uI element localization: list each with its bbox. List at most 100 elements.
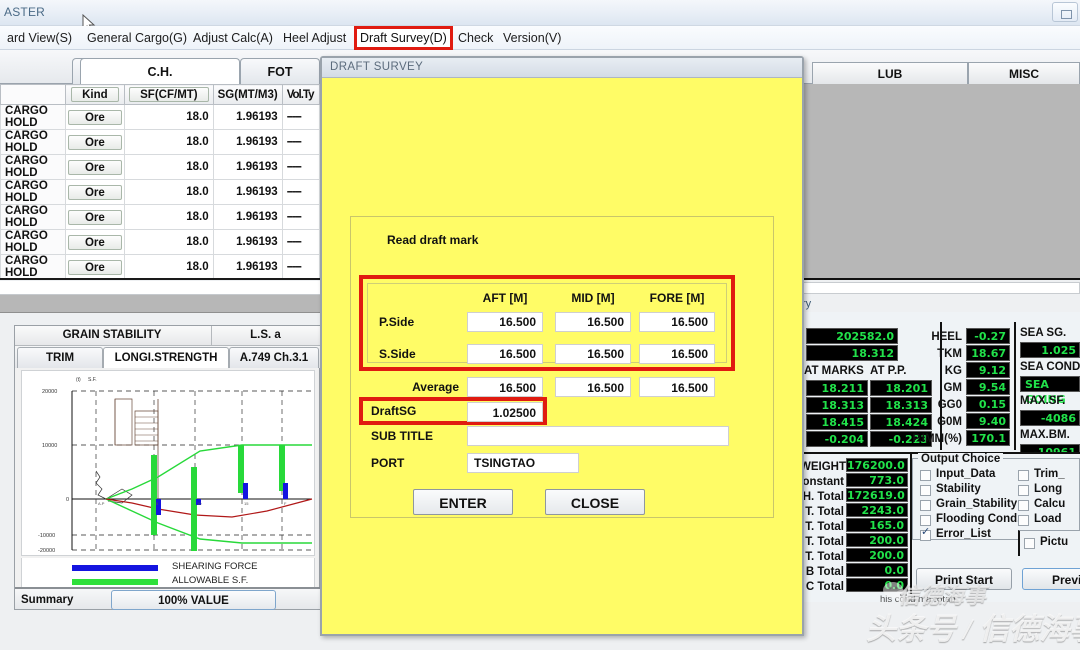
close-button[interactable]: CLOSE	[545, 489, 645, 515]
grain-tab-a749ch31[interactable]: A.749 Ch.3.1	[229, 347, 319, 368]
column-header-3[interactable]: SG(MT/M3)	[212, 84, 283, 105]
summary-label[interactable]: Summary	[17, 591, 105, 609]
preview-button[interactable]: Previe	[1022, 568, 1080, 590]
cell-kind[interactable]: Ore	[64, 254, 126, 278]
checkbox-oc2-0[interactable]	[1018, 470, 1029, 481]
draft-fore-sside-input[interactable]	[639, 344, 715, 364]
cell-sg[interactable]: 1.96193	[212, 254, 283, 278]
menu-item-1[interactable]: General Cargo(G)	[84, 29, 190, 47]
kind-button[interactable]: Ore	[67, 109, 123, 125]
cell-voltype[interactable]: -----	[281, 229, 320, 255]
cell-kind[interactable]: Ore	[64, 204, 126, 230]
cell-voltype[interactable]: -----	[281, 154, 320, 180]
menu-item-4[interactable]: Draft Survey(D)	[354, 26, 453, 50]
cell-voltype[interactable]: -----	[282, 280, 319, 281]
value-percent-button[interactable]: 100% VALUE	[111, 590, 276, 610]
column-header-1[interactable]: Kind	[64, 84, 126, 105]
kind-button[interactable]: Ore	[67, 184, 123, 200]
kind-button[interactable]: Ore	[67, 234, 123, 250]
draft-survey-dialog: DRAFT SURVEY Read draft mark AFT [M] MID …	[320, 56, 804, 636]
cell-sg[interactable]: 1.96193	[212, 154, 283, 180]
restore-window-button[interactable]	[1052, 2, 1078, 22]
checkbox-oc1-0[interactable]	[920, 470, 931, 481]
table-row[interactable]: CARGO HOLDOre18.01.96193-----	[0, 254, 320, 278]
right-scroll-strip[interactable]	[800, 282, 1080, 294]
cell-sg[interactable]: 1.96193	[212, 204, 283, 230]
weight-value-3: 2243.0	[846, 503, 908, 517]
sea-sg-label: SEA SG.	[1020, 327, 1067, 339]
draft-sg-input[interactable]: 1.02500	[467, 402, 543, 422]
checkbox-oc2-1[interactable]	[1018, 485, 1029, 496]
sub-title-input[interactable]	[467, 426, 729, 446]
cell-kind[interactable]: Ore	[64, 229, 126, 255]
checkbox-oc1-3[interactable]	[920, 515, 931, 526]
checkbox-oc1-1[interactable]	[920, 485, 931, 496]
cell-sg[interactable]: 1.96193	[213, 280, 282, 281]
menu-item-3[interactable]: Heel Adjust	[280, 29, 349, 47]
port-input[interactable]	[467, 453, 579, 473]
cell-sf[interactable]: 18.0	[124, 254, 214, 278]
draft-aft-sside-input[interactable]	[467, 344, 543, 364]
kind-button[interactable]: Ore	[67, 159, 123, 175]
cell-kind[interactable]: Ore	[64, 154, 126, 180]
draft-aft-pside-input[interactable]	[467, 312, 543, 332]
checkbox-oc1-2[interactable]	[920, 500, 931, 511]
cell-voltype[interactable]: -----	[281, 129, 320, 155]
cell-sf[interactable]: 18.0	[124, 129, 214, 155]
shearing-force-plot: (t) S.F. 20000 10000 0 -10000 -20000 A.P…	[38, 377, 313, 554]
table-row[interactable]: CARGO HOLDOre18.01.96193-----	[0, 129, 320, 155]
tab-ch[interactable]: C.H.	[80, 58, 240, 84]
cell-sf[interactable]: 18.0	[124, 179, 214, 205]
menu-item-2[interactable]: Adjust Calc(A)	[190, 29, 276, 47]
cell-kind[interactable]: Ore	[64, 104, 126, 130]
kind-button[interactable]: Ore	[67, 259, 123, 275]
cell-sf[interactable]: 18.0	[124, 104, 214, 130]
draft-mid-sside-input[interactable]	[555, 344, 631, 364]
cell-kind[interactable]: Ore	[64, 179, 126, 205]
cell-voltype[interactable]: -----	[281, 179, 320, 205]
table-row[interactable]: CARGO HOLDOre18.01.96193-----	[0, 204, 320, 230]
checkbox-oc1-4[interactable]	[920, 527, 931, 541]
cell-sg[interactable]: 1.96193	[212, 179, 283, 205]
checkbox-picture[interactable]	[1024, 538, 1035, 549]
cell-hold-name: CARGO HOLD	[0, 179, 66, 205]
cell-voltype[interactable]: -----	[281, 204, 320, 230]
column-header-2[interactable]: SF(CF/MT)	[124, 84, 214, 105]
mean-draft-value: 18.312	[806, 345, 898, 361]
cell-sf[interactable]: 18.0	[124, 154, 214, 180]
column-header-0[interactable]	[0, 84, 66, 105]
checkbox-oc2-2[interactable]	[1018, 500, 1029, 511]
cell-voltype[interactable]: -----	[281, 104, 320, 130]
cell-sg[interactable]: 1.96193	[212, 104, 283, 130]
cell-sg[interactable]: 1.96193	[212, 129, 283, 155]
cell-sf[interactable]: 18.0	[125, 280, 213, 281]
draft-fore-pside-input[interactable]	[639, 312, 715, 332]
menu-item-6[interactable]: Version(V)	[500, 29, 564, 47]
kind-button[interactable]: Ore	[67, 134, 123, 150]
table-row[interactable]: CARGO HOLDOre18.01.96193-----	[0, 229, 320, 255]
table-scroll-strip[interactable]	[0, 295, 320, 313]
cell-kind[interactable]: Ore	[64, 129, 126, 155]
tab-fot[interactable]: FOT	[240, 58, 320, 84]
cell-voltype[interactable]: -----	[281, 254, 320, 278]
grain-tab-longistrength[interactable]: LONGI.STRENGTH	[103, 347, 229, 368]
column-header-4[interactable]: Vol.Ty	[281, 84, 320, 105]
print-start-button[interactable]: Print Start	[916, 568, 1012, 590]
cell-kind[interactable]: Ore	[65, 280, 124, 281]
menu-item-5[interactable]: Check	[455, 29, 496, 47]
checkbox-oc2-3[interactable]	[1018, 515, 1029, 526]
grain-tab-trim[interactable]: TRIM	[17, 347, 103, 368]
table-row[interactable]: CARGO HOLDOre18.01.96193-----	[0, 179, 320, 205]
kind-button[interactable]: Ore	[67, 209, 123, 225]
menu-item-0[interactable]: ard View(S)	[4, 29, 75, 47]
enter-button[interactable]: ENTER	[413, 489, 513, 515]
table-row[interactable]: CARGO HOLDOre18.01.96193-----	[0, 154, 320, 180]
table-row[interactable]: CARGO HOLDOre18.01.96193-----	[0, 104, 320, 130]
cell-sf[interactable]: 18.0	[124, 229, 214, 255]
tab-misc[interactable]: MISC	[968, 62, 1080, 84]
table-row[interactable]: CARGO HOLDOre18.01.96193-----	[1, 280, 320, 281]
cell-sg[interactable]: 1.96193	[212, 229, 283, 255]
tab-lub[interactable]: LUB	[812, 62, 968, 84]
cell-sf[interactable]: 18.0	[124, 204, 214, 230]
draft-mid-pside-input[interactable]	[555, 312, 631, 332]
